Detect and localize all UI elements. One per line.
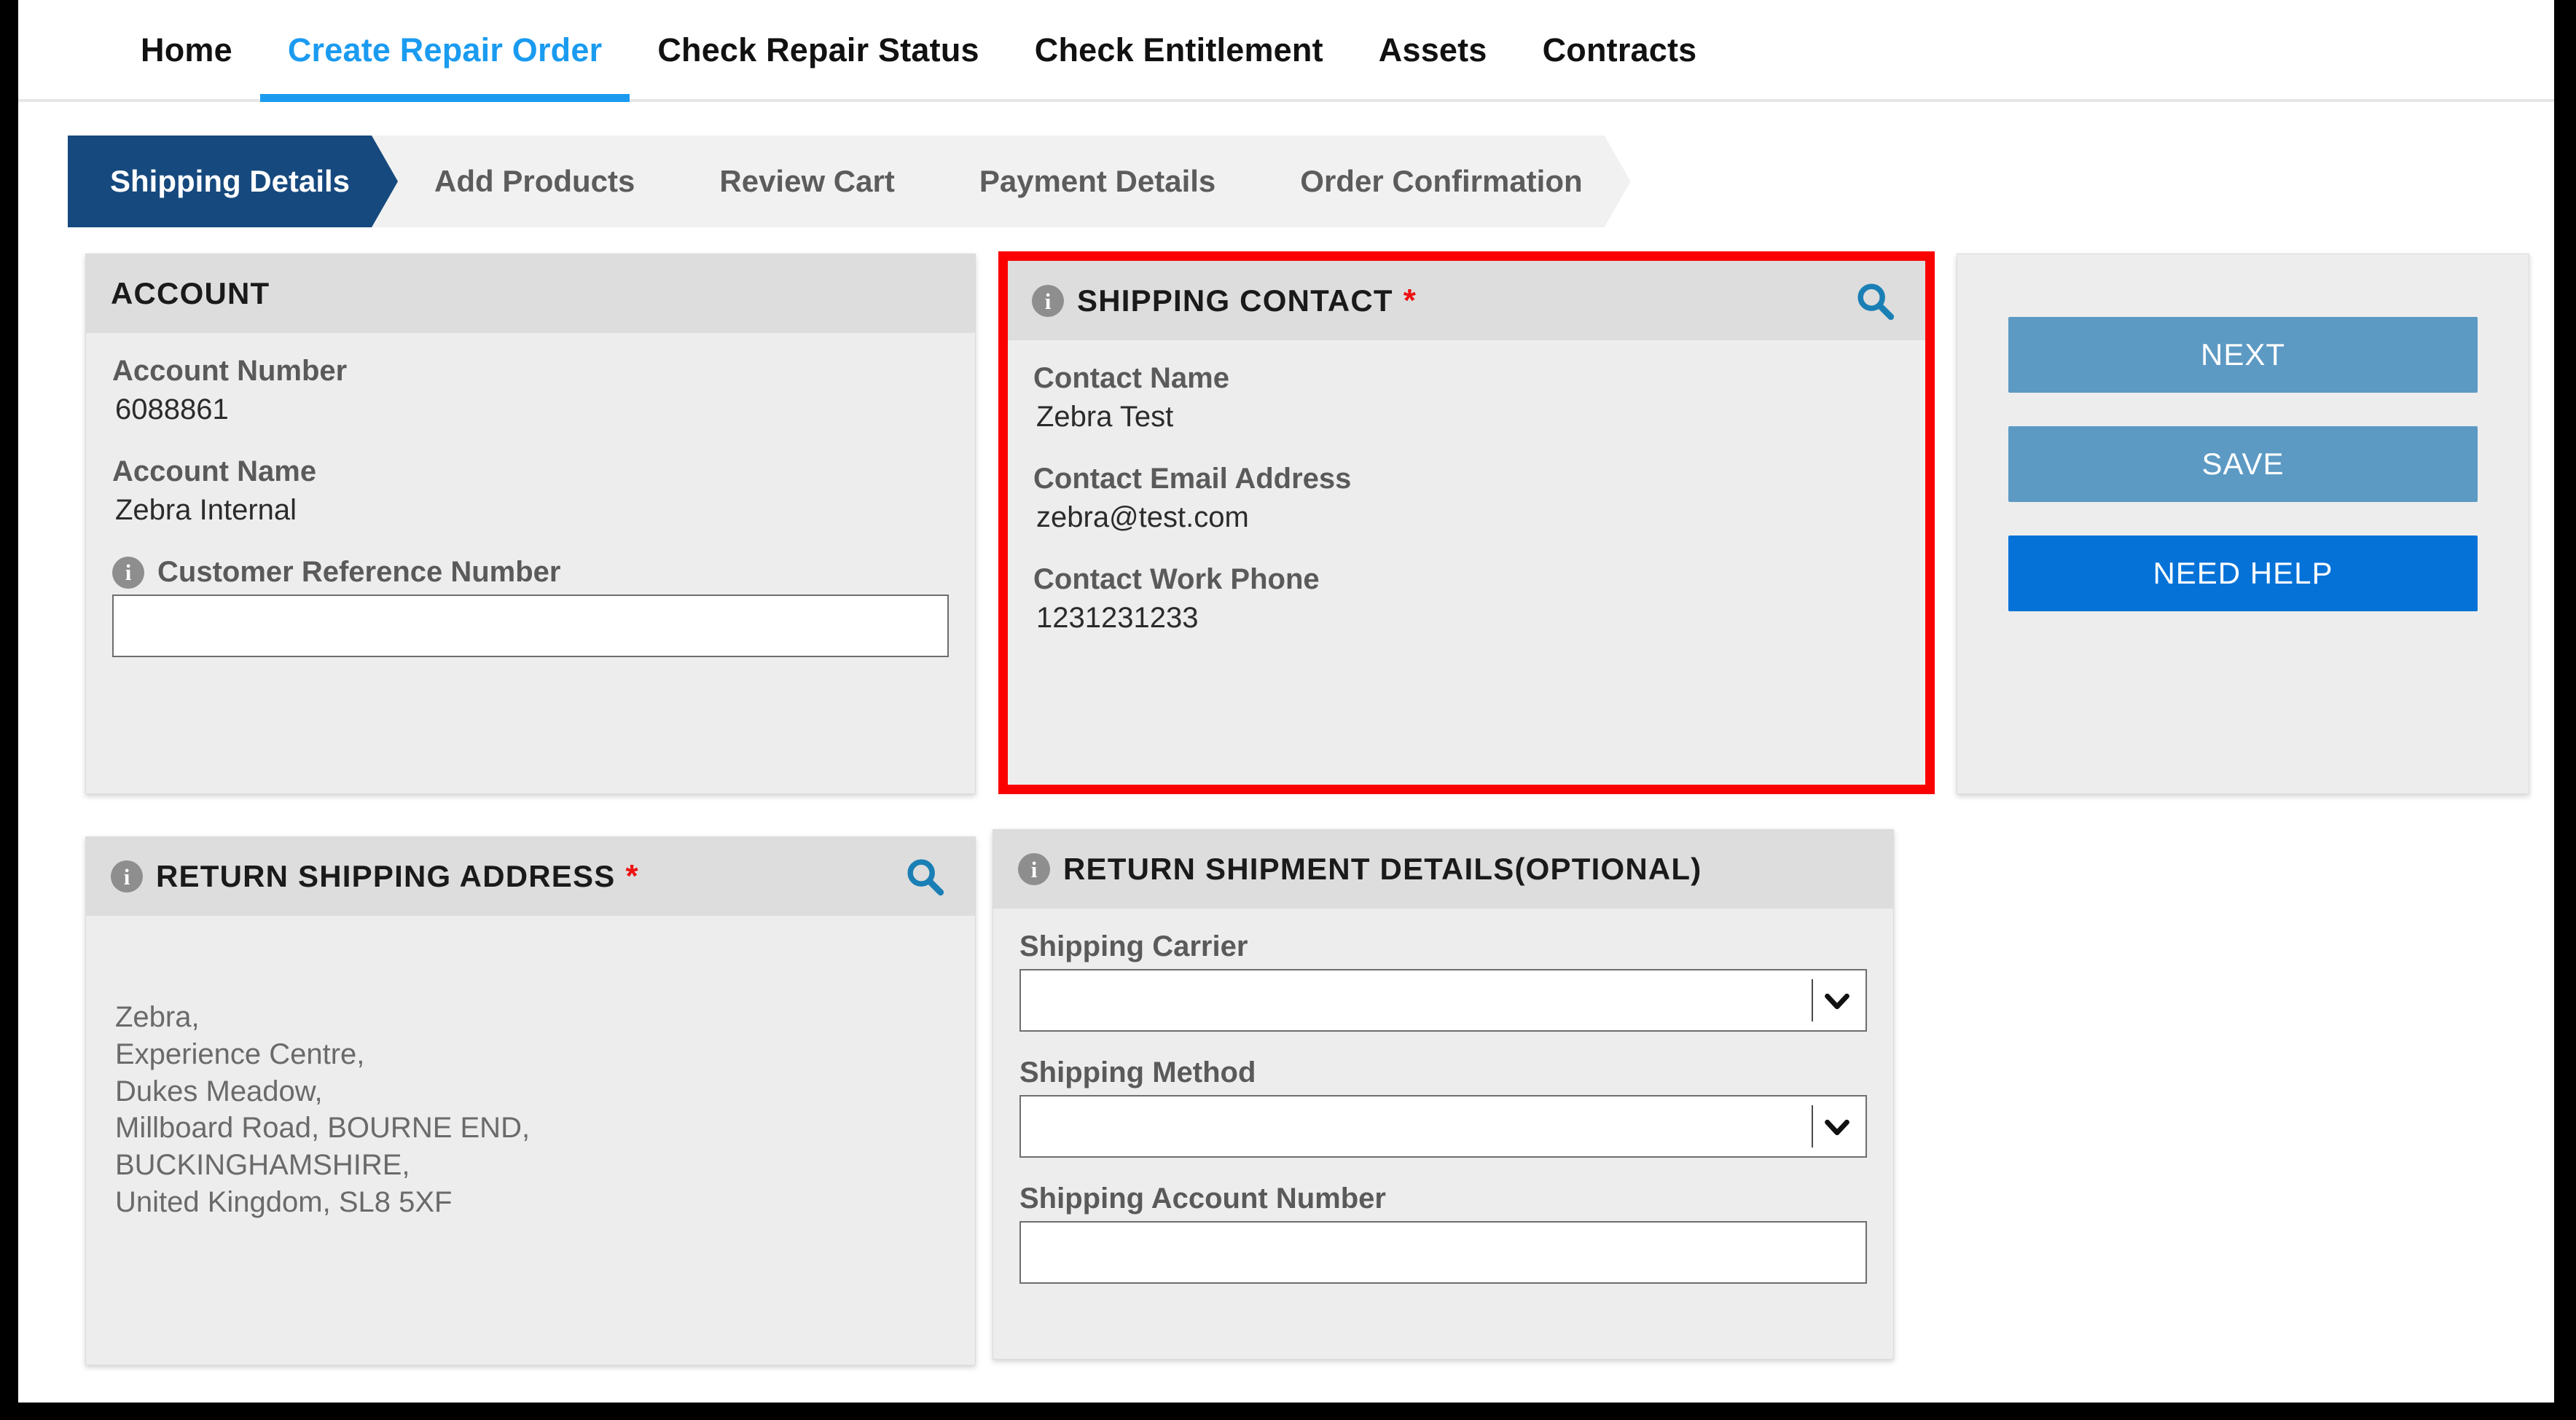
account-card: ACCOUNT Account Number 6088861 Account N… [85, 254, 976, 794]
customer-reference-number-input[interactable] [112, 595, 949, 657]
contact-email-value: zebra@test.com [1036, 501, 1249, 533]
step-review-cart-label: Review Cart [719, 164, 895, 198]
next-button[interactable]: NEXT [2008, 317, 2478, 393]
return-shipping-address-text: Zebra, Experience Centre, Dukes Meadow, … [112, 938, 949, 1221]
info-icon[interactable]: i [1032, 285, 1064, 317]
shipping-account-number-label-text: Shipping Account Number [1019, 1182, 1386, 1215]
shipping-contact-card-title: SHIPPING CONTACT [1077, 283, 1393, 318]
search-icon[interactable] [1854, 280, 1896, 322]
contact-work-phone-value: 1231231233 [1036, 602, 1199, 634]
nav-tab-check-repair-status-label: Check Repair Status [657, 31, 979, 68]
address-line: United Kingdom, SL8 5XF [115, 1185, 453, 1218]
account-card-body: Account Number 6088861 Account Name Zebr… [86, 333, 975, 679]
step-add-products-label: Add Products [434, 164, 635, 198]
return-shipping-address-card: i RETURN SHIPPING ADDRESS * Zebra, Exper… [85, 836, 976, 1365]
application-page: Home Create Repair Order Check Repair St… [18, 0, 2554, 1403]
chevron-down-icon [1825, 1119, 1849, 1136]
actions-panel-body: NEXT SAVE NEED HELP [1957, 254, 2529, 611]
step-add-products[interactable]: Add Products [372, 136, 683, 227]
select-divider [1812, 1105, 1813, 1148]
checkout-stepper: Shipping Details Add Products Review Car… [68, 136, 1631, 227]
nav-tab-list: Home Create Repair Order Check Repair St… [113, 20, 1725, 102]
contact-name-label-text: Contact Name [1033, 362, 1229, 394]
account-card-header: ACCOUNT [86, 254, 975, 333]
select-divider [1812, 979, 1813, 1021]
return-shipment-details-card-header: i RETURN SHIPMENT DETAILS(OPTIONAL) [993, 830, 1893, 909]
save-button[interactable]: SAVE [2008, 426, 2478, 502]
need-help-button[interactable]: NEED HELP [2008, 536, 2478, 611]
shipping-contact-card-header: i SHIPPING CONTACT * [1007, 262, 1925, 340]
required-field-marker: * [625, 858, 638, 894]
info-icon[interactable]: i [112, 556, 144, 589]
return-shipment-details-card-body: Shipping Carrier Shipping Method Shippin… [993, 909, 1893, 1306]
step-order-confirmation-label: Order Confirmation [1300, 164, 1583, 198]
contact-name-value: Zebra Test [1036, 401, 1174, 433]
nav-tab-check-entitlement[interactable]: Check Entitlement [1007, 20, 1351, 99]
screenshot-frame: Home Create Repair Order Check Repair St… [0, 0, 2576, 1420]
contact-email-label-text: Contact Email Address [1033, 463, 1352, 495]
nav-tab-create-repair-order-label: Create Repair Order [287, 31, 603, 68]
account-number-label-text: Account Number [112, 355, 348, 387]
shipping-carrier-label: Shipping Carrier [1019, 930, 1867, 963]
step-payment-details[interactable]: Payment Details [917, 136, 1264, 227]
contact-work-phone-label-text: Contact Work Phone [1033, 563, 1320, 595]
customer-reference-number-label-text: Customer Reference Number [157, 556, 561, 588]
nav-tab-check-entitlement-label: Check Entitlement [1034, 31, 1323, 68]
step-order-confirmation[interactable]: Order Confirmation [1237, 136, 1630, 227]
step-payment-details-label: Payment Details [979, 164, 1216, 198]
nav-tab-contracts[interactable]: Contracts [1515, 20, 1725, 99]
shipping-method-select[interactable] [1019, 1095, 1867, 1158]
address-line: Experience Centre, [115, 1037, 365, 1070]
return-shipping-address-card-body: Zebra, Experience Centre, Dukes Meadow, … [86, 916, 975, 1243]
return-shipping-address-card-header: i RETURN SHIPPING ADDRESS * [86, 837, 975, 916]
step-shipping-details-label: Shipping Details [110, 164, 351, 198]
address-line: BUCKINGHAMSHIRE, [115, 1149, 410, 1182]
address-line: Millboard Road, BOURNE END, [115, 1112, 531, 1145]
shipping-contact-card-body: Contact Name Zebra Test Contact Email Ad… [1007, 340, 1925, 656]
shipping-carrier-select[interactable] [1019, 969, 1867, 1032]
chevron-down-icon [1825, 993, 1849, 1010]
account-name-label-text: Account Name [112, 455, 317, 487]
account-number-value: 6088861 [115, 393, 229, 425]
shipping-method-label: Shipping Method [1019, 1056, 1867, 1089]
contact-name-label: Contact Name [1033, 362, 1899, 395]
shipping-account-number-input[interactable] [1019, 1221, 1867, 1284]
customer-reference-number-label: i Customer Reference Number [112, 556, 949, 589]
return-shipment-details-card: i RETURN SHIPMENT DETAILS(OPTIONAL) Ship… [993, 829, 1894, 1360]
shipping-carrier-label-text: Shipping Carrier [1019, 930, 1248, 962]
account-number-label: Account Number [112, 355, 949, 388]
return-shipping-address-card-title: RETURN SHIPPING ADDRESS [156, 859, 616, 893]
info-icon[interactable]: i [111, 860, 143, 893]
nav-tab-create-repair-order[interactable]: Create Repair Order [259, 20, 630, 102]
main-navigation-bar: Home Create Repair Order Check Repair St… [18, 20, 2554, 102]
required-field-marker: * [1403, 283, 1416, 318]
nav-tab-home-label: Home [141, 31, 232, 68]
nav-tab-assets-label: Assets [1378, 31, 1487, 68]
nav-tab-assets[interactable]: Assets [1351, 20, 1515, 99]
account-name-value: Zebra Internal [115, 494, 297, 526]
return-shipment-details-card-title: RETURN SHIPMENT DETAILS(OPTIONAL) [1063, 852, 1702, 886]
search-icon[interactable] [904, 855, 946, 898]
step-shipping-details[interactable]: Shipping Details [68, 136, 398, 227]
account-name-label: Account Name [112, 455, 949, 488]
contact-work-phone-label: Contact Work Phone [1033, 563, 1899, 596]
shipping-contact-card: i SHIPPING CONTACT * Contact Name Zebra … [1006, 261, 1926, 787]
actions-panel: NEXT SAVE NEED HELP [1957, 254, 2529, 794]
account-card-title: ACCOUNT [111, 276, 270, 310]
info-icon[interactable]: i [1018, 853, 1050, 885]
shipping-account-number-label: Shipping Account Number [1019, 1182, 1867, 1215]
nav-tab-home[interactable]: Home [113, 20, 260, 99]
address-line: Dukes Meadow, [115, 1075, 323, 1107]
address-line: Zebra, [115, 1001, 200, 1033]
shipping-method-label-text: Shipping Method [1019, 1056, 1256, 1088]
step-review-cart[interactable]: Review Cart [657, 136, 942, 227]
nav-tab-contracts-label: Contracts [1542, 31, 1697, 68]
contact-email-label: Contact Email Address [1033, 463, 1899, 495]
nav-tab-check-repair-status[interactable]: Check Repair Status [630, 20, 1006, 99]
